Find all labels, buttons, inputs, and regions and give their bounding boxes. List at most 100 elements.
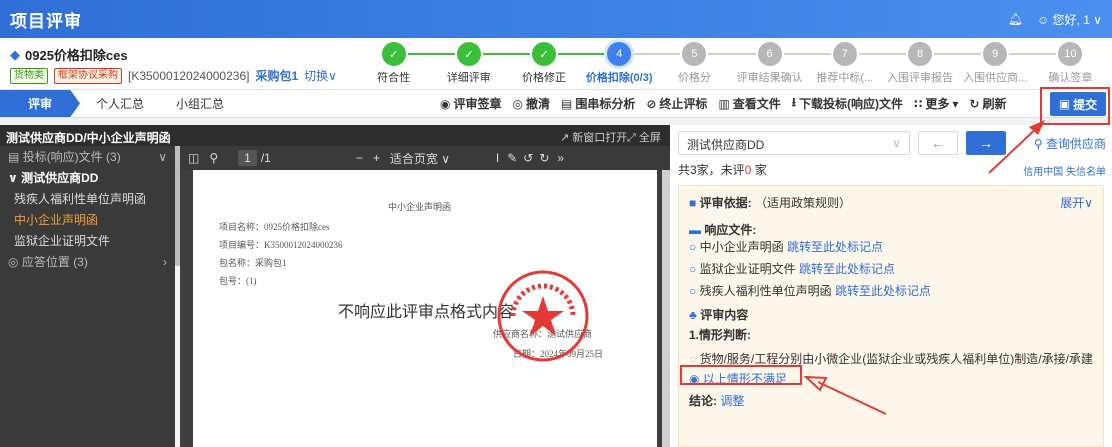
draw-icon[interactable]: ✎ — [507, 151, 517, 165]
step-label: 价格扣除(0/3) — [585, 72, 653, 84]
project-header: ◆ 0925价格扣除ces 货物类 框架协议采购 [K3500012024000… — [0, 38, 1112, 90]
search-icon[interactable]: ⚲ — [209, 151, 218, 165]
clear-button[interactable]: ◎ 撤清 — [513, 95, 551, 112]
step-connector — [633, 53, 681, 55]
step-label: 推荐中标(... — [816, 72, 874, 84]
location-icon: ◎ — [8, 255, 19, 269]
jump-link-2[interactable]: 跳转至此处标记点 — [799, 262, 895, 276]
content-icon: ♣ — [689, 308, 697, 322]
zoom-select[interactable]: 适合页宽 ∨ — [390, 150, 486, 167]
response-file-3: ○ 残疾人福利性单位声明函 跳转至此处标记点 — [689, 284, 931, 298]
more-tools-icon[interactable]: » — [557, 151, 564, 165]
step-label: 详细评审 — [446, 72, 491, 84]
switch-package-link[interactable]: 切换∨ — [304, 67, 337, 84]
doc-icon: ▬ — [689, 223, 701, 237]
refresh-button[interactable]: ↻ 刷新 — [969, 95, 1006, 112]
tab-personal-summary[interactable]: 个人汇总 — [80, 90, 160, 117]
download-button[interactable]: ⭳ 下载投标(响应)文件 — [792, 93, 903, 114]
tree-group-files[interactable]: ▤ 投标(响应)文件 (3) ∨ — [0, 146, 175, 167]
next-supplier-button[interactable]: → — [966, 131, 1006, 155]
step-connector — [558, 53, 606, 55]
query-supplier-link[interactable]: ⚲ 查询供应商 — [1034, 135, 1106, 152]
step-label: 符合性 — [377, 72, 411, 84]
viewer-header: ↗ 新窗口打开 ⤢ 全屏 — [180, 125, 670, 146]
zoom-in-button[interactable]: + — [373, 151, 380, 165]
chevron-right-icon: › — [163, 254, 167, 269]
company-seal-image — [497, 270, 589, 362]
step-connector — [1009, 53, 1057, 55]
tab-review[interactable]: 评审 — [0, 90, 80, 117]
action-toolbar: 评审 个人汇总 小组汇总 ◉ 评审签章 ◎ 撤清 ▤ 围串标分析 ⊘ 终止评标 ▥ 查看文… — [0, 90, 1112, 118]
doc-line-4: 包号：(1) — [219, 276, 257, 286]
text-cursor-icon[interactable]: I — [496, 151, 499, 165]
pdf-page: 中小企业声明函 项目名称：0925价格扣除ces 项目编号：K350001202… — [193, 170, 657, 447]
tree-supplier[interactable]: ∨ 测试供应商DD — [0, 167, 175, 188]
progress-steps: ✓ 符合性 ✓ 详细评审 ✓ 价格修正 4 价格扣除(0/3) 5 价格分 6 评审结果确认 7 推荐中标… — [356, 38, 1108, 90]
more-button[interactable]: ∷ 更多 ▾ — [914, 95, 958, 112]
project-title: 0925价格扣除ces — [25, 48, 128, 63]
tree-group-position[interactable]: ◎ 应答位置 (3) › — [0, 251, 175, 272]
expand-link[interactable]: 展开∨ — [1060, 194, 1093, 211]
zoom-out-button[interactable]: − — [356, 151, 363, 165]
step-9[interactable]: 9 入围供应商... — [957, 42, 1033, 85]
review-summary: 共3家，未评0 家 — [678, 163, 767, 177]
step-1[interactable]: ✓ 符合性 — [356, 42, 432, 85]
fullscreen-link[interactable]: ⤢ 全屏 — [627, 129, 661, 145]
response-file-2: ○ 监狱企业证明文件 跳转至此处标记点 — [689, 262, 895, 276]
step-3[interactable]: ✓ 价格修正 — [506, 42, 582, 85]
download-icon: ⭳ — [791, 95, 796, 109]
view-file-button[interactable]: ▥ 查看文件 — [718, 95, 780, 112]
viewer-scrollbar[interactable] — [662, 170, 670, 447]
step-4[interactable]: 4 价格扣除(0/3) — [581, 42, 657, 85]
step-label: 确认签章 — [1048, 72, 1093, 84]
step-connector — [482, 53, 530, 55]
step-10[interactable]: 10 确认签章 — [1032, 42, 1108, 85]
sign-icon: ◉ — [440, 96, 451, 111]
blacklist-link[interactable]: 失信名单 — [1066, 167, 1106, 178]
step-connector — [858, 53, 906, 55]
tree-item-disability[interactable]: 残疾人福利性单位声明函 — [0, 188, 175, 209]
tree-item-prison[interactable]: 监狱企业证明文件 — [0, 230, 175, 251]
grid-icon: ∷ — [914, 96, 923, 111]
content-label: 评审内容 — [700, 308, 749, 322]
open-new-window-link[interactable]: ↗ 新窗口打开 — [560, 129, 627, 145]
jump-link-3[interactable]: 跳转至此处标记点 — [835, 284, 931, 298]
step-8[interactable]: 8 入围评审报告 — [882, 42, 958, 85]
option-highlight-box — [680, 365, 802, 385]
top-bar: 项目评审 🔔︎ ☺ 您好, 1 ∨ — [0, 0, 1112, 38]
frame-tag: 框架协议采购 — [54, 67, 122, 84]
credit-china-link[interactable]: 信用中国 — [1023, 167, 1063, 178]
step-5[interactable]: 5 价格分 — [656, 42, 732, 85]
step-2[interactable]: ✓ 详细评审 — [431, 42, 507, 85]
adjust-link[interactable]: 调整 — [720, 394, 744, 408]
doc-big-text: 不响应此评审点格式内容 — [338, 304, 515, 321]
tab-group-summary[interactable]: 小组汇总 — [160, 90, 240, 117]
chevron-down-icon: ∨ — [158, 149, 167, 164]
step-circle: 8 — [908, 42, 932, 66]
project-title-row: ◆ 0925价格扣除ces — [10, 45, 128, 64]
sign-button[interactable]: ◉ 评审签章 — [440, 95, 502, 112]
step-connector — [708, 53, 756, 55]
tree-item-sme[interactable]: 中小企业声明函 — [0, 209, 175, 230]
step-6[interactable]: 6 评审结果确认 — [732, 42, 808, 85]
prev-supplier-button[interactable]: ← — [918, 131, 958, 155]
credit-links: 信用中国 失信名单 — [1023, 163, 1106, 178]
page-input[interactable]: 1 — [238, 150, 257, 166]
rotate-left-icon[interactable]: ↺ — [523, 151, 533, 165]
rotate-right-icon[interactable]: ↻ — [539, 151, 549, 165]
doc-line-2: 项目编号：K3500012024000236 — [219, 240, 343, 250]
step-label: 入围供应商... — [963, 72, 1028, 84]
sidebar-toggle-icon[interactable]: ◫ — [188, 151, 199, 165]
user-menu[interactable]: ☺ 您好, 1 ∨ — [1037, 11, 1102, 28]
document-tree: 测试供应商DD/中小企业声明函 ▤ 投标(响应)文件 (3) ∨ ∨ 测试供应商D… — [0, 125, 360, 447]
bell-icon[interactable]: 🔔︎ — [1008, 12, 1023, 26]
step-connector — [407, 53, 455, 55]
step-7[interactable]: 7 推荐中标(... — [807, 42, 883, 85]
jump-link-1[interactable]: 跳转至此处标记点 — [787, 240, 883, 254]
judge-label: 1.情形判断: — [689, 328, 752, 342]
step-circle: 10 — [1058, 42, 1083, 66]
bid-analysis-button[interactable]: ▤ 围串标分析 — [561, 95, 635, 112]
supplier-select[interactable]: 测试供应商DD ∨ — [678, 131, 910, 155]
terminate-button[interactable]: ⊘ 终止评标 — [646, 95, 707, 112]
review-criteria-panel: ■ 评审依据: （适用政策规则） 展开∨ ▬ 响应文件: ○ 中小企业声明函 跳… — [678, 185, 1104, 447]
